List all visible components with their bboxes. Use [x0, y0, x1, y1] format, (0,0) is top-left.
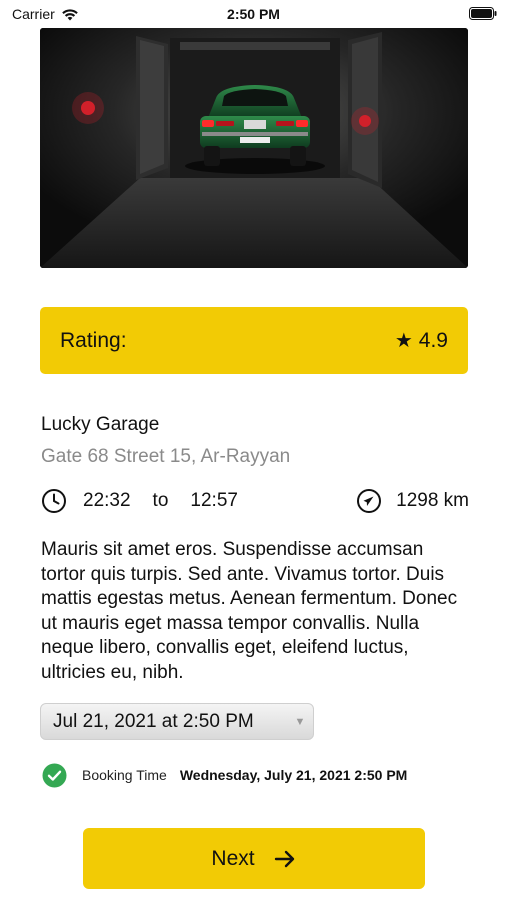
battery-icon [469, 7, 497, 20]
rating-value-group: ★ 4.9 [395, 328, 448, 353]
booking-time-label: Booking Time [82, 767, 167, 783]
status-clock: 2:50 PM [227, 6, 280, 22]
checkmark-circle-icon [42, 763, 67, 787]
garage-address: Gate 68 Street 15, Ar-Rayyan [41, 446, 291, 467]
distance-value: 1298 km [396, 490, 469, 511]
star-icon: ★ [394, 330, 413, 352]
garage-car-illustration [40, 28, 468, 268]
date-picker-value: Jul 21, 2021 at 2:50 PM [53, 710, 254, 732]
arrow-right-icon [274, 850, 294, 867]
location-arrow-icon [357, 489, 382, 513]
screen: Carrier 2:50 PM Rating: ★ 4.9 Lucky Gara… [0, 0, 507, 900]
next-button-label: Next [211, 846, 255, 870]
booking-time-value: Wednesday, July 21, 2021 2:50 PM [179, 767, 408, 783]
clock-icon [42, 489, 66, 513]
hours-distance-row: 22:32 to 12:57 1298 km [41, 488, 469, 516]
rating-value: 4.9 [418, 328, 448, 352]
distance: 1298 km [356, 488, 469, 514]
next-button[interactable]: Next [83, 828, 425, 889]
to-label: to [152, 490, 169, 511]
chevron-down-icon: ▼ [294, 715, 306, 728]
open-time: 22:32 [83, 490, 131, 511]
rating-label: Rating: [60, 328, 127, 352]
garage-hero-image [40, 28, 468, 268]
close-time: 12:57 [190, 490, 238, 511]
garage-name: Lucky Garage [41, 414, 160, 435]
garage-description: Mauris sit amet eros. Suspendisse accums… [41, 539, 458, 683]
rating-card: Rating: ★ 4.9 [40, 307, 468, 374]
status-bar: Carrier 2:50 PM [0, 0, 507, 28]
booking-date-picker[interactable]: Jul 21, 2021 at 2:50 PM ▼ [40, 703, 314, 740]
opening-hours: 22:32 to 12:57 [41, 488, 238, 514]
booking-time-row: Booking Time Wednesday, July 21, 2021 2:… [42, 762, 407, 788]
